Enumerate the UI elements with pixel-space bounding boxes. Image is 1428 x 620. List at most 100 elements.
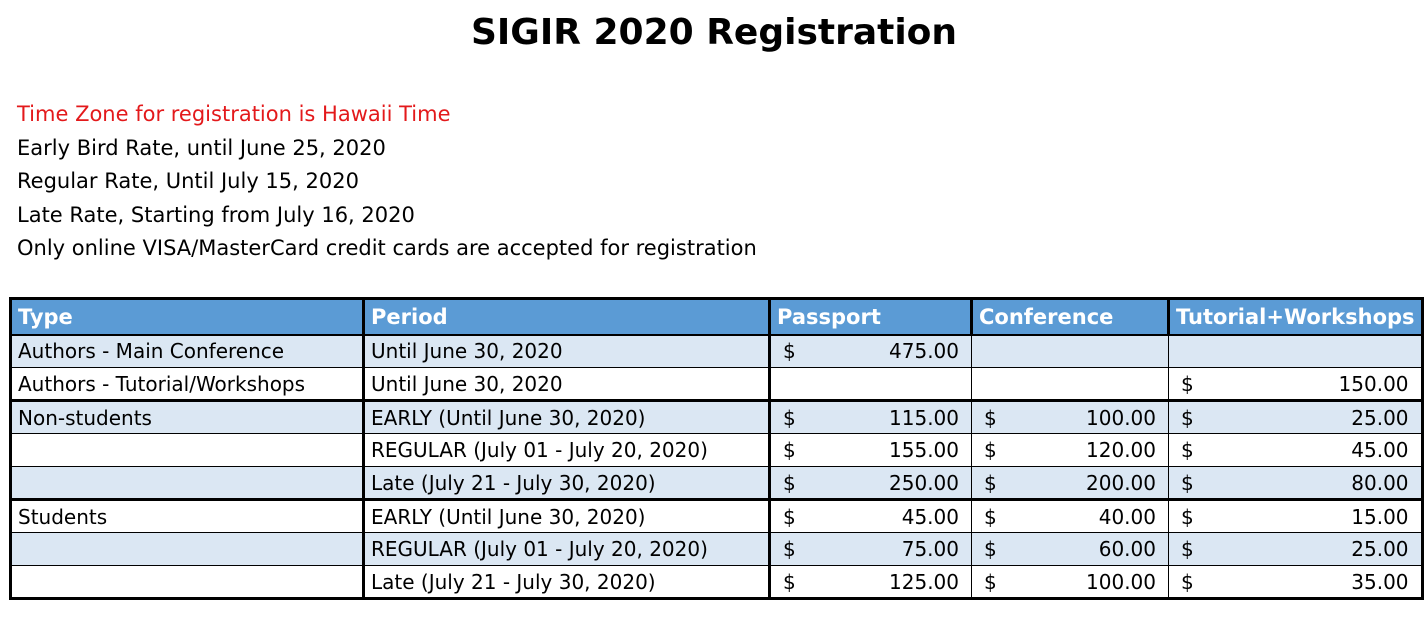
fee-amount: 100.00 xyxy=(1086,405,1156,430)
fee-amount: 25.00 xyxy=(1351,537,1409,561)
cell-type: Authors - Main Conference xyxy=(10,334,365,368)
fee-amount: 75.00 xyxy=(901,537,959,561)
currency-symbol: $ xyxy=(1181,438,1194,462)
currency-symbol: $ xyxy=(783,537,796,561)
fee-amount: 60.00 xyxy=(1098,537,1156,561)
late-rate-note: Late Rate, Starting from July 16, 2020 xyxy=(17,202,415,227)
cell-tutorial-fee: $150.00 xyxy=(1168,367,1423,401)
cell-period: REGULAR (July 01 - July 20, 2020) xyxy=(363,532,771,566)
cell-conference-fee xyxy=(971,367,1169,401)
fee-amount: 45.00 xyxy=(1351,438,1409,462)
table-row: REGULAR (July 01 - July 20, 2020) $155.00… xyxy=(10,433,1423,467)
cell-conference-fee: $200.00 xyxy=(971,466,1169,500)
table-header-row: Type Period Passport Conference Tutorial… xyxy=(9,298,1424,336)
cell-period: EARLY (Until June 30, 2020) xyxy=(363,399,771,434)
fee-amount: 35.00 xyxy=(1351,569,1409,594)
cell-tutorial-fee: $45.00 xyxy=(1168,433,1423,467)
cell-period: REGULAR (July 01 - July 20, 2020) xyxy=(363,433,771,467)
fee-amount: 475.00 xyxy=(889,339,959,364)
cell-conference-fee xyxy=(971,334,1169,368)
currency-symbol: $ xyxy=(984,470,997,495)
cell-type: Non-students xyxy=(10,399,365,434)
cell-passport-fee xyxy=(769,367,972,401)
fee-amount: 115.00 xyxy=(889,405,959,430)
early-bird-note: Early Bird Rate, until June 25, 2020 xyxy=(17,135,386,160)
page-title: SIGIR 2020 Registration xyxy=(470,12,958,53)
cell-period: Late (July 21 - July 30, 2020) xyxy=(363,466,771,500)
registration-notes: Time Zone for registration is Hawaii Tim… xyxy=(17,98,757,266)
cell-type xyxy=(10,466,365,500)
table-row: Authors - Main Conference Until June 30, … xyxy=(10,334,1423,368)
currency-symbol: $ xyxy=(984,504,997,529)
table-row: Authors - Tutorial/Workshops Until June 3… xyxy=(10,367,1423,401)
fee-amount: 155.00 xyxy=(889,438,959,462)
currency-symbol: $ xyxy=(1181,569,1194,594)
header-passport: Passport xyxy=(768,298,973,336)
cell-type xyxy=(10,532,365,566)
cell-type xyxy=(10,565,365,599)
cell-conference-fee: $60.00 xyxy=(971,532,1169,566)
cell-passport-fee: $125.00 xyxy=(769,565,972,599)
cell-tutorial-fee: $25.00 xyxy=(1168,399,1423,434)
table-row: Students EARLY (Until June 30, 2020) $45.0… xyxy=(10,498,1423,533)
currency-symbol: $ xyxy=(1181,405,1194,430)
regular-rate-note: Regular Rate, Until July 15, 2020 xyxy=(17,169,359,194)
currency-symbol: $ xyxy=(783,569,796,594)
header-period: Period xyxy=(362,298,771,336)
cell-period: Until June 30, 2020 xyxy=(363,367,771,401)
cell-period: Until June 30, 2020 xyxy=(363,334,771,368)
currency-symbol: $ xyxy=(1181,537,1194,561)
fee-amount: 25.00 xyxy=(1351,405,1409,430)
cell-conference-fee: $40.00 xyxy=(971,498,1169,533)
cell-conference-fee: $100.00 xyxy=(971,565,1169,599)
table-row: REGULAR (July 01 - July 20, 2020) $75.00 $… xyxy=(10,532,1423,566)
currency-symbol: $ xyxy=(783,504,796,529)
currency-symbol: $ xyxy=(1181,470,1194,495)
fee-amount: 80.00 xyxy=(1351,470,1409,495)
table-row: Late (July 21 - July 30, 2020) $250.00 $20… xyxy=(10,466,1423,500)
table-row: Non-students EARLY (Until June 30, 2020) $… xyxy=(10,399,1423,434)
currency-symbol: $ xyxy=(783,438,796,462)
table-row: Late (July 21 - July 30, 2020) $125.00 $10… xyxy=(10,565,1423,599)
currency-symbol: $ xyxy=(1181,504,1194,529)
cell-conference-fee: $100.00 xyxy=(971,399,1169,434)
currency-symbol: $ xyxy=(783,470,796,495)
fee-amount: 125.00 xyxy=(889,569,959,594)
cell-passport-fee: $475.00 xyxy=(769,334,972,368)
registration-fee-table: Type Period Passport Conference Tutorial… xyxy=(9,297,1424,600)
cell-type: Students xyxy=(10,498,365,533)
cell-passport-fee: $155.00 xyxy=(769,433,972,467)
cell-type xyxy=(10,433,365,467)
cell-type: Authors - Tutorial/Workshops xyxy=(10,367,365,401)
currency-symbol: $ xyxy=(984,438,997,462)
cell-tutorial-fee: $80.00 xyxy=(1168,466,1423,500)
fee-amount: 150.00 xyxy=(1338,371,1409,396)
fee-amount: 120.00 xyxy=(1086,438,1156,462)
currency-symbol: $ xyxy=(984,537,997,561)
cell-passport-fee: $115.00 xyxy=(769,399,972,434)
fee-amount: 15.00 xyxy=(1351,504,1409,529)
payment-note: Only online VISA/MasterCard credit cards… xyxy=(17,236,757,261)
fee-amount: 40.00 xyxy=(1098,504,1156,529)
fee-amount: 200.00 xyxy=(1086,470,1156,495)
cell-period: Late (July 21 - July 30, 2020) xyxy=(363,565,771,599)
cell-conference-fee: $120.00 xyxy=(971,433,1169,467)
cell-passport-fee: $75.00 xyxy=(769,532,972,566)
fee-amount: 45.00 xyxy=(901,504,959,529)
cell-tutorial-fee: $25.00 xyxy=(1168,532,1423,566)
header-type: Type xyxy=(9,298,365,336)
cell-tutorial-fee: $15.00 xyxy=(1168,498,1423,533)
cell-passport-fee: $45.00 xyxy=(769,498,972,533)
fee-amount: 100.00 xyxy=(1086,569,1156,594)
cell-tutorial-fee xyxy=(1168,334,1423,368)
header-conference: Conference xyxy=(970,298,1170,336)
fee-amount: 250.00 xyxy=(889,470,959,495)
timezone-notice: Time Zone for registration is Hawaii Tim… xyxy=(17,102,451,126)
currency-symbol: $ xyxy=(984,569,997,594)
cell-tutorial-fee: $35.00 xyxy=(1168,565,1423,599)
cell-passport-fee: $250.00 xyxy=(769,466,972,500)
currency-symbol: $ xyxy=(783,339,796,364)
currency-symbol: $ xyxy=(1181,371,1194,396)
currency-symbol: $ xyxy=(984,405,997,430)
cell-period: EARLY (Until June 30, 2020) xyxy=(363,498,771,533)
